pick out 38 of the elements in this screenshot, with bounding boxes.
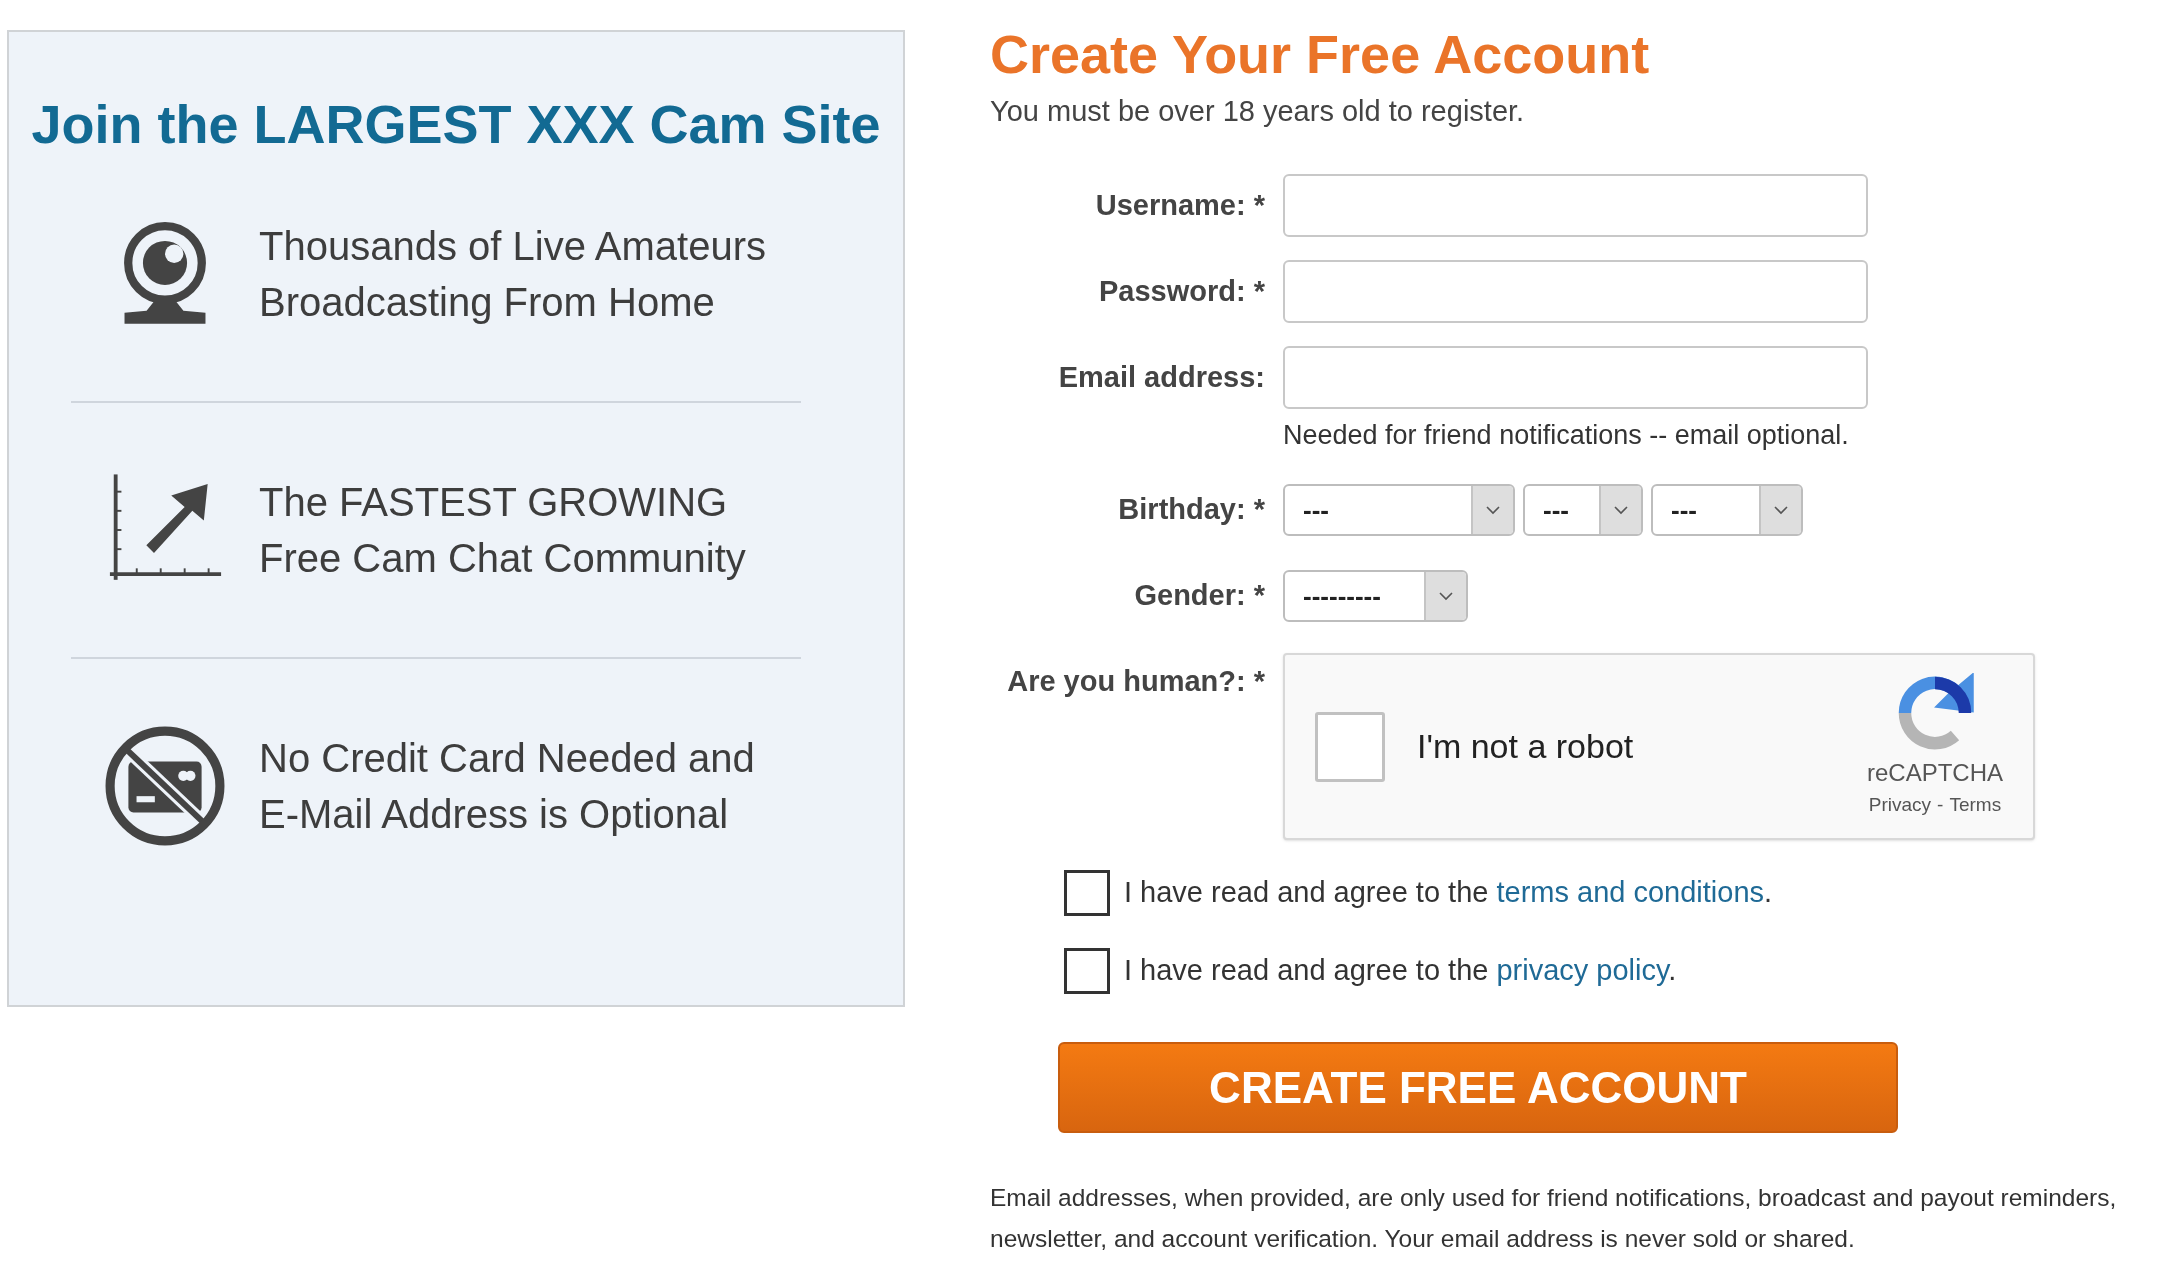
field-label: Gender: * (1133, 578, 1266, 613)
dropdown[interactable]: --------- (1283, 570, 1468, 622)
chevron-down-icon (1759, 486, 1801, 534)
chevron-down-icon (1424, 572, 1466, 620)
agreement-checkbox[interactable] (1064, 948, 1110, 994)
chevron-down-icon (1599, 486, 1641, 534)
feature-text: The FASTEST GROWING Free Cam Chat Community (259, 479, 746, 582)
agreement-link[interactable]: privacy policy (1496, 954, 1669, 987)
form-title: Create Your Free Account (990, 23, 1650, 86)
username-field[interactable] (1283, 173, 1868, 237)
agreement-text: I have read and agree to the terms and conditions. (1124, 875, 1773, 911)
feature-text: No Credit Card Needed and E-Mail Address is Optional (259, 735, 755, 838)
no-credit-card-icon (104, 725, 226, 847)
field-label: Are you human?: * (1006, 664, 1266, 699)
agreement-text: I have read and agree to the privacy policy. (1124, 953, 1677, 989)
agreement-checkbox[interactable] (1064, 870, 1110, 916)
field-label: Email address: (1057, 359, 1266, 395)
terms-link[interactable]: Terms (1949, 791, 2002, 820)
captcha-brand: reCAPTCHA (1866, 758, 2003, 789)
sidebar-title: Join the LARGEST XXX Cam Site (31, 93, 881, 156)
captcha-label: I'm not a robot (1417, 726, 1635, 767)
captcha-checkbox[interactable] (1315, 711, 1385, 782)
dropdown[interactable]: --- (1283, 484, 1515, 536)
field-label: Username: * (1094, 187, 1266, 223)
field-label: Birthday: * (1117, 492, 1266, 527)
link-separator: - (1937, 793, 1944, 818)
privacy-link[interactable]: Privacy (1868, 791, 1932, 820)
field-hint: Needed for friend notifications -- email optional. (1283, 418, 1850, 452)
password-field[interactable] (1283, 259, 1868, 323)
email-field[interactable] (1283, 345, 1868, 409)
dropdown[interactable]: --- (1651, 484, 1803, 536)
footnote-text: Email addresses, when provided, are only used for friend notifications, broadcast and payout reminders, newsletter, and account verification. Your email address is never sold or shared. (990, 1183, 2118, 1254)
form-subtitle: You must be over 18 years old to register. (990, 94, 1525, 129)
chevron-down-icon (1471, 486, 1513, 534)
dropdown[interactable]: --- (1523, 484, 1643, 536)
agreement-link[interactable]: terms and conditions (1496, 876, 1765, 909)
feature-text: Thousands of Live Amateurs Broadcasting From Home (259, 223, 766, 326)
field-label: Password: * (1098, 273, 1266, 309)
